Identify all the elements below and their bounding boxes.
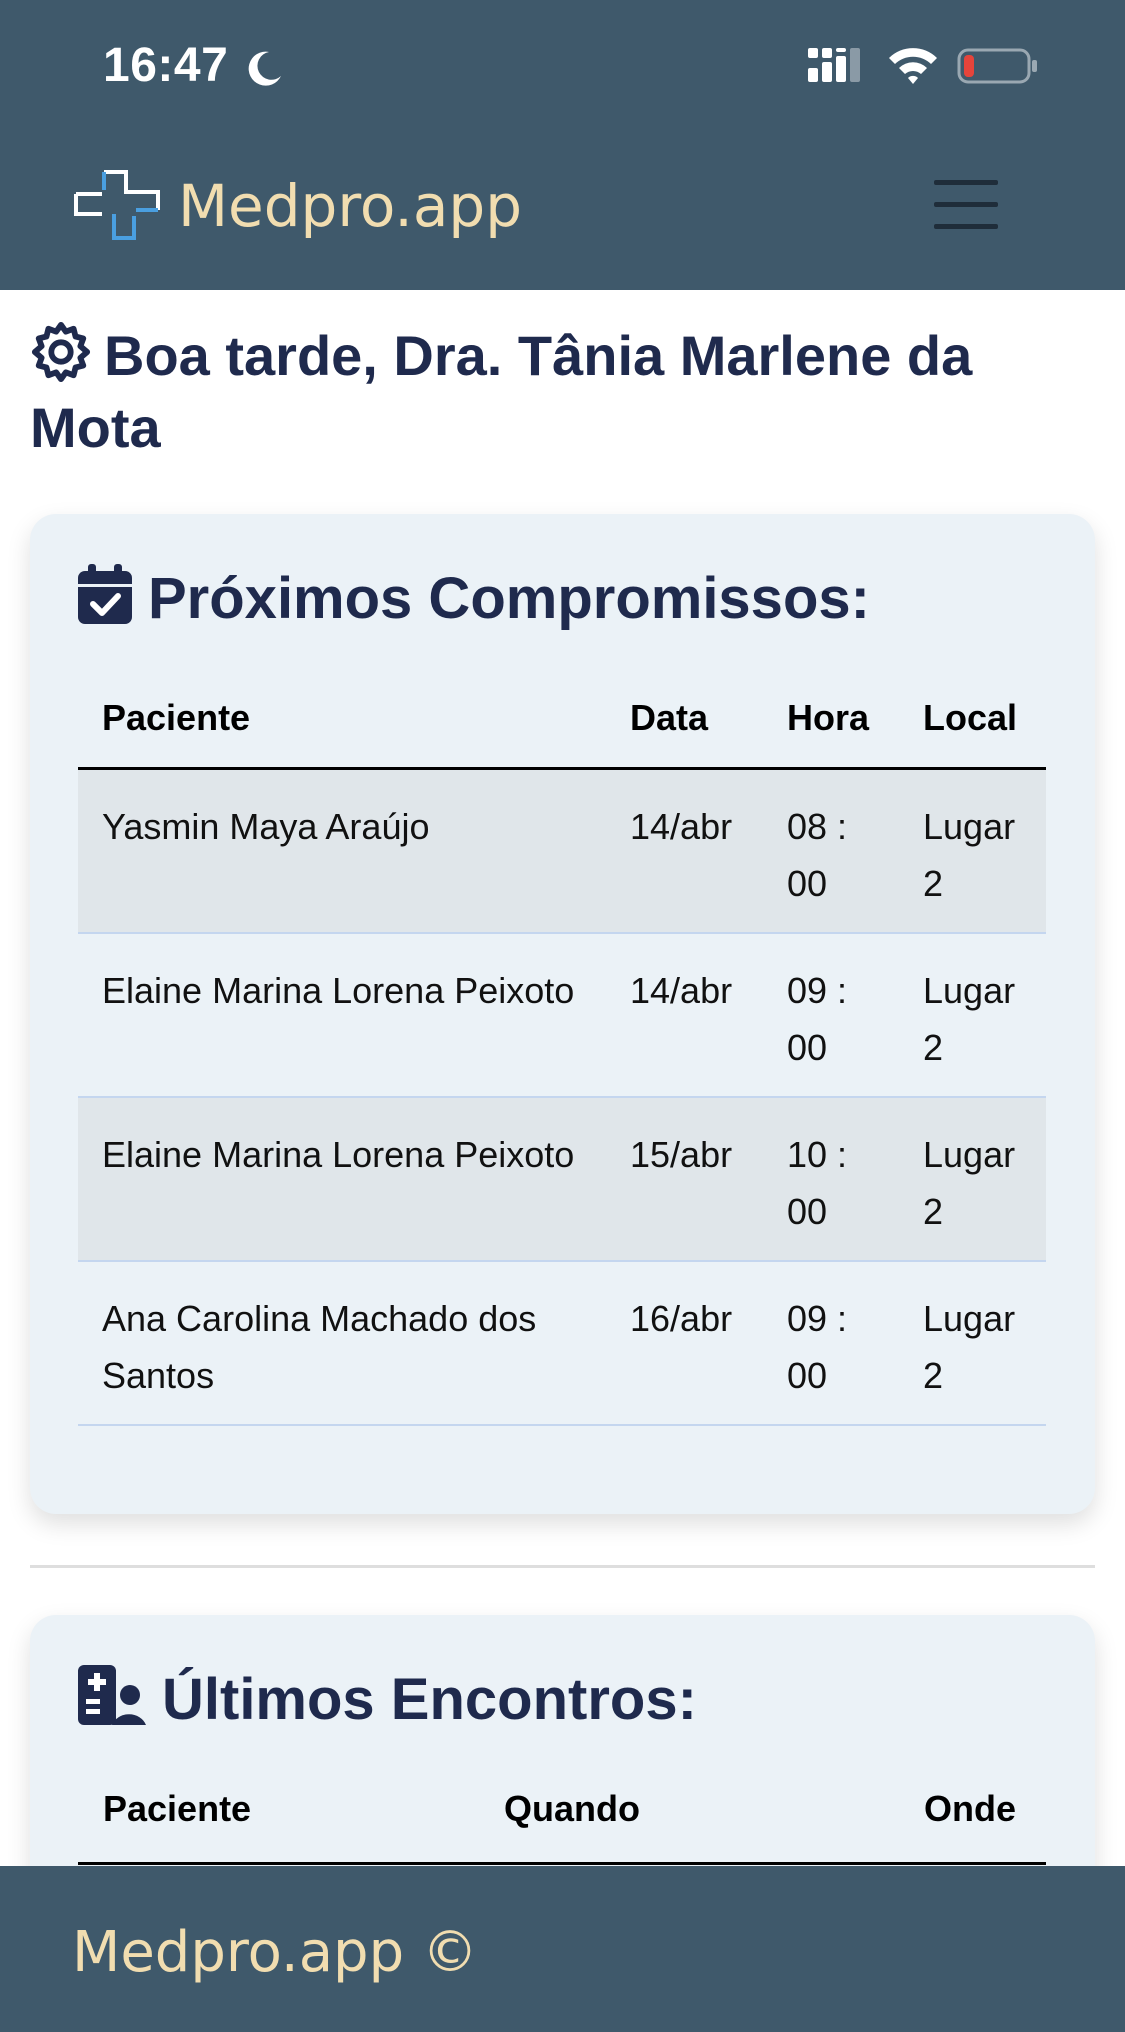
signal-icon [808,48,860,82]
footer: Medpro.app © [0,1866,1125,2032]
wifi-icon [889,48,937,84]
col-header-quando[interactable]: Quando [504,1788,640,1830]
cell-hour: 09 : 00 [763,932,899,1098]
recent-title-text: Últimos Encontros: [162,1667,697,1732]
table-row[interactable]: Elaine Marina Lorena Peixoto 15/abr 10 :… [78,1096,1046,1262]
col-header-local[interactable]: Local [899,674,1046,770]
cell-place: Lugar 2 [899,1096,1046,1262]
table-row[interactable]: Ana Carolina Machado dos Santos 16/abr 0… [78,1260,1046,1426]
cell-hour: 08 : 00 [763,768,899,934]
cell-patient: Ana Carolina Machado dos Santos [78,1260,606,1426]
cell-place: Lugar 2 [899,768,1046,934]
calendar-check-icon [78,564,132,624]
cell-date: 16/abr [606,1260,763,1426]
page-title: Boa tarde, Dra. Tânia Marlene da Mota [30,320,1105,464]
hamburger-icon-bar [934,224,998,229]
greeting-text: Boa tarde, Dra. Tânia Marlene da Mota [30,324,973,459]
cell-place: Lugar 2 [899,1260,1046,1426]
hamburger-menu-button[interactable] [924,170,1008,240]
col-header-paciente-2[interactable]: Paciente [103,1788,251,1830]
col-header-data[interactable]: Data [606,674,763,770]
battery-icon [957,48,1037,84]
upcoming-table: Paciente Data Hora Local Yasmin Maya Ara… [78,674,1046,1426]
cell-patient: Elaine Marina Lorena Peixoto [78,932,606,1098]
cell-hour: 09 : 00 [763,1260,899,1426]
col-header-hora[interactable]: Hora [763,674,899,770]
recent-title: Últimos Encontros: [78,1665,697,1733]
upcoming-title: Próximos Compromissos: [78,564,870,632]
col-header-onde[interactable]: Onde [924,1788,1016,1830]
col-header-paciente[interactable]: Paciente [78,674,606,770]
table-row[interactable]: Yasmin Maya Araújo 14/abr 08 : 00 Lugar … [78,768,1046,934]
cell-hour: 10 : 00 [763,1096,899,1262]
hamburger-icon-bar [934,202,998,207]
medpro-logo-icon [74,170,160,240]
cell-date: 14/abr [606,768,763,934]
cell-date: 14/abr [606,932,763,1098]
cell-place: Lugar 2 [899,932,1046,1098]
table-header-rule [78,1862,1046,1865]
table-row[interactable]: Elaine Marina Lorena Peixoto 14/abr 09 :… [78,932,1046,1098]
top-bar: 16:47 Medpro.app [0,0,1125,290]
cell-patient: Elaine Marina Lorena Peixoto [78,1096,606,1262]
gear-icon [31,321,91,383]
brand-link[interactable]: Medpro.app [178,172,522,240]
cell-patient: Yasmin Maya Araújo [78,768,606,934]
hospital-user-icon [78,1665,146,1725]
upcoming-appointments-card: Próximos Compromissos: Paciente Data Hor… [30,514,1095,1514]
section-divider [30,1565,1095,1568]
footer-text: Medpro.app © [72,1920,478,1985]
upcoming-title-text: Próximos Compromissos: [148,566,870,631]
cell-date: 15/abr [606,1096,763,1262]
status-time: 16:47 [103,39,229,92]
hamburger-icon [934,180,998,185]
moon-icon [248,51,281,86]
